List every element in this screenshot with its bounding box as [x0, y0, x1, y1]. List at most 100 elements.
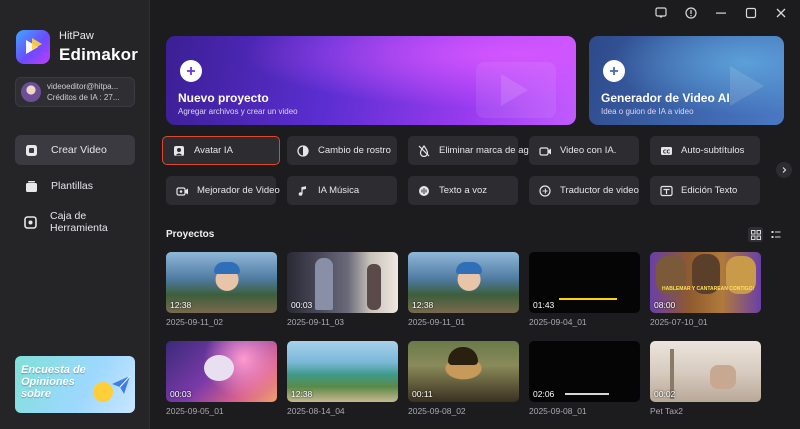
tool-remove-watermark[interactable]: Eliminar marca de agua: [408, 136, 539, 165]
video-enhancer-icon: [175, 184, 189, 198]
chevron-right-icon: [782, 167, 787, 173]
tool-auto-subtitles[interactable]: CC Auto-subtítulos: [650, 136, 760, 165]
project-card[interactable]: HABLEMAR Y CANTAREAN CONTIGO! 08:00 2025…: [650, 252, 761, 327]
tool-avatar-ia[interactable]: Avatar IA: [162, 136, 280, 165]
nav-label: Caja de Herramienta: [50, 210, 108, 234]
ai-video-icon: [538, 144, 552, 158]
tool-label: Edición Texto: [681, 185, 738, 196]
new-project-subtitle: Agregar archivos y crear un video: [178, 107, 298, 116]
project-thumbnail: HABLEMAR Y CANTAREAN CONTIGO! 08:00: [650, 252, 761, 313]
tool-ai-music[interactable]: IA Música: [287, 176, 397, 205]
tool-label: Texto a voz: [439, 185, 488, 196]
ai-video-generator-card[interactable]: Generador de Video AI Idea o guion de IA…: [589, 36, 784, 125]
project-name: 2025-09-08_02: [408, 406, 466, 416]
survey-banner[interactable]: Encuesta de Opiniones sobre: [15, 356, 135, 413]
nav-item-templates[interactable]: Plantillas: [15, 171, 135, 201]
project-card[interactable]: 12:38 2025-09-11_02: [166, 252, 277, 327]
project-thumbnail: 00:11: [408, 341, 519, 402]
project-card[interactable]: 00:02 Pet Tax2: [650, 341, 761, 416]
project-thumbnail: 12:38: [287, 341, 398, 402]
project-card[interactable]: 00:11 2025-09-08_02: [408, 341, 519, 416]
ai-generator-subtitle: Idea o guion de IA a video: [601, 107, 694, 116]
project-duration: 01:43: [533, 300, 555, 310]
watermark-remove-icon: [417, 144, 431, 158]
avatar-icon: [172, 144, 186, 158]
toolbox-icon: [24, 215, 37, 229]
project-duration: 00:11: [412, 389, 433, 399]
project-name: 2025-09-08_01: [529, 406, 587, 416]
nav-label: Plantillas: [51, 180, 94, 192]
project-thumbnail: 00:03: [287, 252, 398, 313]
tool-label: Video con IA.: [560, 145, 617, 156]
tool-ai-video[interactable]: Video con IA.: [529, 136, 639, 165]
project-card[interactable]: 00:03 2025-09-11_03: [287, 252, 398, 327]
nav-item-toolbox[interactable]: Caja de Herramienta: [15, 207, 135, 237]
grid-view-icon: [750, 229, 761, 240]
project-duration: 12:38: [291, 389, 313, 399]
project-thumbnail: 12:38: [166, 252, 277, 313]
project-thumbnail: 02:06: [529, 341, 640, 402]
tool-video-translator[interactable]: Traductor de video: [529, 176, 639, 205]
nav-label: Crear Video: [51, 144, 107, 156]
ai-generator-title: Generador de Video AI: [601, 91, 730, 105]
project-name: 2025-09-11_01: [408, 317, 466, 327]
tool-text-to-speech[interactable]: Texto a voz: [408, 176, 518, 205]
brand-name: Edimakor: [59, 45, 139, 64]
project-name: 2025-09-04_01: [529, 317, 587, 327]
sidebar: HitPaw Edimakor videoeditor@hitpa... Cré…: [0, 0, 150, 429]
project-duration: 12:38: [412, 300, 434, 310]
project-name: 2025-09-11_03: [287, 317, 345, 327]
nav-item-create-video[interactable]: Crear Video: [15, 135, 135, 165]
new-project-card[interactable]: Nuevo proyecto Agregar archivos y crear …: [166, 36, 576, 125]
window-controls: [654, 6, 788, 20]
new-project-title: Nuevo proyecto: [178, 91, 269, 105]
app-logo: [16, 30, 50, 64]
avatar: [21, 82, 41, 102]
tool-label: IA Música: [318, 185, 360, 196]
project-card[interactable]: 00:03 2025-09-05_01: [166, 341, 277, 416]
subtitles-icon: CC: [659, 144, 673, 158]
project-duration: 08:00: [654, 300, 676, 310]
tool-video-enhancer[interactable]: Mejorador de Video: [166, 176, 280, 205]
project-name: Pet Tax2: [650, 406, 683, 416]
project-card[interactable]: 01:43 2025-09-04_01: [529, 252, 640, 327]
list-view-toggle[interactable]: [768, 227, 783, 242]
tool-label: Mejorador de Video: [197, 185, 280, 196]
project-duration: 00:03: [170, 389, 192, 399]
account-credits: Créditos de IA : 27...: [47, 93, 120, 102]
project-duration: 00:03: [291, 300, 313, 310]
project-card[interactable]: 12:38 2025-09-11_01: [408, 252, 519, 327]
play-decoration-icon: [730, 66, 764, 106]
minimize-icon[interactable]: [714, 6, 728, 20]
project-duration: 12:38: [170, 300, 192, 310]
feedback-icon[interactable]: [654, 6, 668, 20]
project-thumbnail: 00:03: [166, 341, 277, 402]
tools-next-button[interactable]: [776, 162, 792, 178]
tool-label: Auto-subtítulos: [681, 145, 745, 156]
text-to-speech-icon: [417, 184, 431, 198]
close-icon[interactable]: [774, 6, 788, 20]
project-thumbnail: 00:02: [650, 341, 761, 402]
project-name: 2025-07-10_01: [650, 317, 708, 327]
projects-title: Proyectos: [166, 229, 215, 240]
project-card[interactable]: 12:38 2025-08-14_04: [287, 341, 398, 416]
project-name: 2025-09-05_01: [166, 406, 224, 416]
maximize-icon[interactable]: [744, 6, 758, 20]
tool-face-swap[interactable]: Cambio de rostro: [287, 136, 397, 165]
grid-view-toggle[interactable]: [748, 227, 763, 242]
account-email: videoeditor@hitpa...: [47, 82, 119, 91]
tool-text-edit[interactable]: Edición Texto: [650, 176, 760, 205]
project-card[interactable]: 02:06 2025-09-08_01: [529, 341, 640, 416]
project-thumbnail: 01:43: [529, 252, 640, 313]
tool-label: Traductor de video: [560, 185, 639, 196]
tool-label: Avatar IA: [194, 145, 233, 156]
brand: HitPaw Edimakor: [16, 30, 138, 64]
plus-icon: [180, 60, 202, 82]
tool-label: Eliminar marca de agua: [439, 145, 540, 156]
face-swap-icon: [296, 144, 310, 158]
paper-plane-icon: [112, 375, 131, 394]
video-decoration-icon: [476, 62, 556, 118]
tool-label: Cambio de rostro: [318, 145, 391, 156]
account-panel[interactable]: videoeditor@hitpa... Créditos de IA : 27…: [15, 77, 135, 107]
info-icon[interactable]: [684, 6, 698, 20]
